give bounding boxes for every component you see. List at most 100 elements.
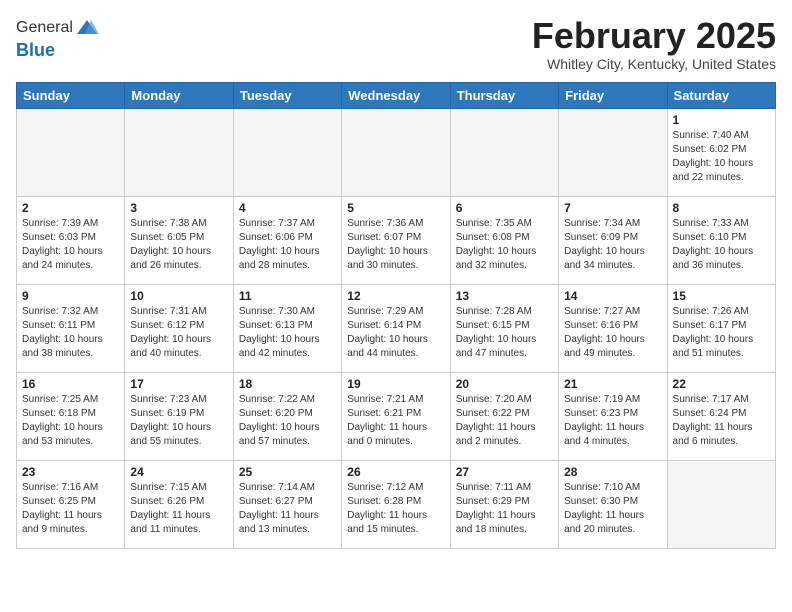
day-info: Sunrise: 7:10 AM Sunset: 6:30 PM Dayligh… [564, 481, 661, 537]
day-number: 9 [22, 289, 119, 303]
day-info: Sunrise: 7:17 AM Sunset: 6:24 PM Dayligh… [673, 393, 770, 449]
month-title: February 2025 [532, 16, 776, 56]
page-header: General Blue February 2025 Whitley City,… [16, 16, 776, 72]
day-info: Sunrise: 7:19 AM Sunset: 6:23 PM Dayligh… [564, 393, 661, 449]
day-info: Sunrise: 7:14 AM Sunset: 6:27 PM Dayligh… [239, 481, 336, 537]
calendar-cell: 24 Sunrise: 7:15 AM Sunset: 6:26 PM Dayli… [125, 460, 233, 548]
day-number: 5 [347, 201, 444, 215]
calendar-cell: 14 Sunrise: 7:27 AM Sunset: 6:16 PM Dayli… [559, 284, 667, 372]
day-number: 2 [22, 201, 119, 215]
day-number: 1 [673, 113, 770, 127]
calendar-week-row: 1 Sunrise: 7:40 AM Sunset: 6:02 PM Daylig… [17, 108, 776, 196]
calendar-cell: 7 Sunrise: 7:34 AM Sunset: 6:09 PM Daylig… [559, 196, 667, 284]
calendar-cell: 9 Sunrise: 7:32 AM Sunset: 6:11 PM Daylig… [17, 284, 125, 372]
calendar-cell: 5 Sunrise: 7:36 AM Sunset: 6:07 PM Daylig… [342, 196, 450, 284]
day-number: 16 [22, 377, 119, 391]
day-info: Sunrise: 7:11 AM Sunset: 6:29 PM Dayligh… [456, 481, 553, 537]
day-number: 14 [564, 289, 661, 303]
day-number: 13 [456, 289, 553, 303]
logo-icon [75, 16, 99, 40]
day-info: Sunrise: 7:23 AM Sunset: 6:19 PM Dayligh… [130, 393, 227, 449]
day-info: Sunrise: 7:37 AM Sunset: 6:06 PM Dayligh… [239, 217, 336, 273]
calendar-cell [233, 108, 341, 196]
day-info: Sunrise: 7:32 AM Sunset: 6:11 PM Dayligh… [22, 305, 119, 361]
day-info: Sunrise: 7:31 AM Sunset: 6:12 PM Dayligh… [130, 305, 227, 361]
calendar-cell: 25 Sunrise: 7:14 AM Sunset: 6:27 PM Dayli… [233, 460, 341, 548]
calendar-cell [342, 108, 450, 196]
calendar-cell: 12 Sunrise: 7:29 AM Sunset: 6:14 PM Dayli… [342, 284, 450, 372]
day-number: 22 [673, 377, 770, 391]
calendar: SundayMondayTuesdayWednesdayThursdayFrid… [16, 82, 776, 549]
calendar-cell: 19 Sunrise: 7:21 AM Sunset: 6:21 PM Dayli… [342, 372, 450, 460]
location: Whitley City, Kentucky, United States [532, 56, 776, 72]
calendar-cell [559, 108, 667, 196]
weekday-header: Tuesday [233, 82, 341, 108]
day-number: 6 [456, 201, 553, 215]
day-info: Sunrise: 7:20 AM Sunset: 6:22 PM Dayligh… [456, 393, 553, 449]
calendar-cell [450, 108, 558, 196]
day-info: Sunrise: 7:40 AM Sunset: 6:02 PM Dayligh… [673, 129, 770, 185]
weekday-header: Saturday [667, 82, 775, 108]
logo-blue: Blue [16, 40, 99, 61]
day-info: Sunrise: 7:38 AM Sunset: 6:05 PM Dayligh… [130, 217, 227, 273]
calendar-cell: 16 Sunrise: 7:25 AM Sunset: 6:18 PM Dayli… [17, 372, 125, 460]
day-info: Sunrise: 7:34 AM Sunset: 6:09 PM Dayligh… [564, 217, 661, 273]
day-info: Sunrise: 7:29 AM Sunset: 6:14 PM Dayligh… [347, 305, 444, 361]
day-number: 17 [130, 377, 227, 391]
day-info: Sunrise: 7:30 AM Sunset: 6:13 PM Dayligh… [239, 305, 336, 361]
calendar-cell: 20 Sunrise: 7:20 AM Sunset: 6:22 PM Dayli… [450, 372, 558, 460]
day-number: 21 [564, 377, 661, 391]
day-info: Sunrise: 7:16 AM Sunset: 6:25 PM Dayligh… [22, 481, 119, 537]
day-number: 8 [673, 201, 770, 215]
calendar-cell: 22 Sunrise: 7:17 AM Sunset: 6:24 PM Dayli… [667, 372, 775, 460]
calendar-cell [667, 460, 775, 548]
day-info: Sunrise: 7:35 AM Sunset: 6:08 PM Dayligh… [456, 217, 553, 273]
calendar-cell [17, 108, 125, 196]
day-number: 23 [22, 465, 119, 479]
calendar-cell: 28Sunrise: 7:10 AM Sunset: 6:30 PM Dayli… [559, 460, 667, 548]
calendar-cell: 26 Sunrise: 7:12 AM Sunset: 6:28 PM Dayli… [342, 460, 450, 548]
day-number: 4 [239, 201, 336, 215]
calendar-cell: 10 Sunrise: 7:31 AM Sunset: 6:12 PM Dayli… [125, 284, 233, 372]
day-info: Sunrise: 7:21 AM Sunset: 6:21 PM Dayligh… [347, 393, 444, 449]
day-info: Sunrise: 7:26 AM Sunset: 6:17 PM Dayligh… [673, 305, 770, 361]
calendar-week-row: 23 Sunrise: 7:16 AM Sunset: 6:25 PM Dayli… [17, 460, 776, 548]
day-info: Sunrise: 7:25 AM Sunset: 6:18 PM Dayligh… [22, 393, 119, 449]
calendar-cell: 18Sunrise: 7:22 AM Sunset: 6:20 PM Dayli… [233, 372, 341, 460]
day-number: 26 [347, 465, 444, 479]
day-number: 12 [347, 289, 444, 303]
logo: General Blue [16, 16, 99, 61]
weekday-header: Wednesday [342, 82, 450, 108]
calendar-cell: 23 Sunrise: 7:16 AM Sunset: 6:25 PM Dayli… [17, 460, 125, 548]
day-number: 15 [673, 289, 770, 303]
calendar-cell: 11 Sunrise: 7:30 AM Sunset: 6:13 PM Dayli… [233, 284, 341, 372]
calendar-cell [125, 108, 233, 196]
calendar-cell: 3 Sunrise: 7:38 AM Sunset: 6:05 PM Daylig… [125, 196, 233, 284]
day-info: Sunrise: 7:39 AM Sunset: 6:03 PM Dayligh… [22, 217, 119, 273]
day-number: 7 [564, 201, 661, 215]
day-number: 25 [239, 465, 336, 479]
day-number: 24 [130, 465, 227, 479]
day-info: Sunrise: 7:33 AM Sunset: 6:10 PM Dayligh… [673, 217, 770, 273]
day-info: Sunrise: 7:22 AM Sunset: 6:20 PM Dayligh… [239, 393, 336, 449]
day-info: Sunrise: 7:36 AM Sunset: 6:07 PM Dayligh… [347, 217, 444, 273]
weekday-header: Thursday [450, 82, 558, 108]
calendar-cell: 8 Sunrise: 7:33 AM Sunset: 6:10 PM Daylig… [667, 196, 775, 284]
calendar-cell: 6 Sunrise: 7:35 AM Sunset: 6:08 PM Daylig… [450, 196, 558, 284]
day-number: 20 [456, 377, 553, 391]
day-number: 3 [130, 201, 227, 215]
weekday-header: Sunday [17, 82, 125, 108]
calendar-week-row: 2 Sunrise: 7:39 AM Sunset: 6:03 PM Daylig… [17, 196, 776, 284]
calendar-cell: 15 Sunrise: 7:26 AM Sunset: 6:17 PM Dayli… [667, 284, 775, 372]
logo-general: General [16, 19, 73, 37]
day-info: Sunrise: 7:27 AM Sunset: 6:16 PM Dayligh… [564, 305, 661, 361]
day-number: 10 [130, 289, 227, 303]
day-info: Sunrise: 7:12 AM Sunset: 6:28 PM Dayligh… [347, 481, 444, 537]
title-area: February 2025 Whitley City, Kentucky, Un… [532, 16, 776, 72]
day-number: 11 [239, 289, 336, 303]
day-info: Sunrise: 7:15 AM Sunset: 6:26 PM Dayligh… [130, 481, 227, 537]
weekday-header: Monday [125, 82, 233, 108]
calendar-cell: 1 Sunrise: 7:40 AM Sunset: 6:02 PM Daylig… [667, 108, 775, 196]
day-number: 19 [347, 377, 444, 391]
weekday-header-row: SundayMondayTuesdayWednesdayThursdayFrid… [17, 82, 776, 108]
